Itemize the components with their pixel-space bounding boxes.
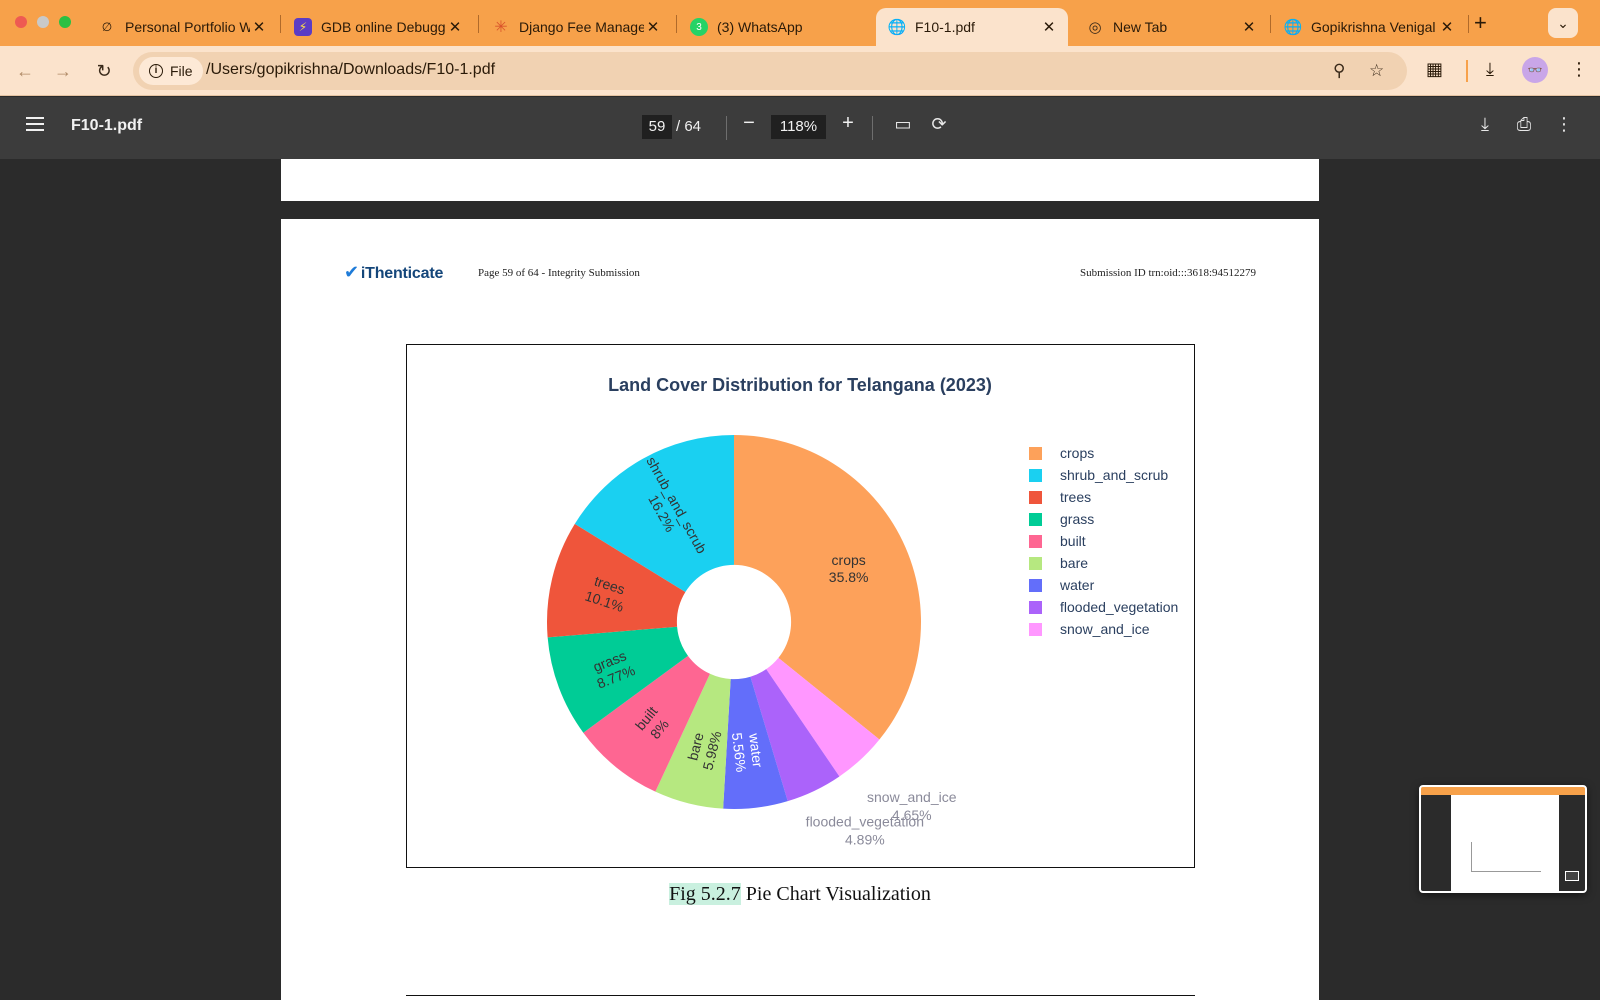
ithenticate-logo: ✔ iThenticate bbox=[344, 262, 444, 282]
page-info-text: Page 59 of 64 - Integrity Submission bbox=[478, 267, 640, 279]
globe-icon: 🌐 bbox=[1283, 19, 1303, 36]
legend-label-bare[interactable]: bare bbox=[1060, 555, 1088, 571]
figure-caption: Fig 5.2.7 Pie Chart Visualization bbox=[669, 883, 931, 905]
back-arrow-icon[interactable]: ← bbox=[12, 58, 38, 84]
slice-label-flooded_vegetation: flooded_vegetation 4.89% bbox=[806, 813, 924, 847]
legend-label-flooded_vegetation[interactable]: flooded_vegetation bbox=[1060, 599, 1178, 615]
window-close-button[interactable] bbox=[15, 16, 27, 28]
zoom-level-input[interactable]: 118% bbox=[771, 115, 826, 139]
legend-swatch-crops[interactable] bbox=[1029, 447, 1042, 460]
bookmark-star-icon[interactable]: ☆ bbox=[1369, 61, 1384, 81]
extensions-icon[interactable]: ▦ bbox=[1426, 59, 1443, 80]
pdf-download-icon[interactable]: ⤓ bbox=[1473, 114, 1497, 135]
forward-arrow-icon[interactable]: → bbox=[50, 58, 76, 84]
url-text[interactable]: /Users/gopikrishna/Downloads/F10-1.pdf bbox=[206, 61, 495, 79]
legend-label-trees[interactable]: trees bbox=[1060, 489, 1091, 505]
legend-swatch-grass[interactable] bbox=[1029, 513, 1042, 526]
legend-label-grass[interactable]: grass bbox=[1060, 511, 1094, 527]
page-total: / 64 bbox=[676, 118, 702, 135]
legend-swatch-water[interactable] bbox=[1029, 579, 1042, 592]
picture-in-picture-preview[interactable] bbox=[1419, 785, 1587, 893]
tab-gdb-online[interactable]: ⚡ GDB online Debugger ✕ bbox=[282, 8, 474, 46]
page-number-input[interactable]: 59 bbox=[642, 115, 672, 139]
print-icon[interactable]: ⎙ bbox=[1512, 114, 1536, 135]
figure-frame: Land Cover Distribution for Telangana (2… bbox=[406, 344, 1195, 868]
pie-chart: Land Cover Distribution for Telangana (2… bbox=[547, 375, 1178, 847]
browser-menu-icon[interactable]: ⋮ bbox=[1570, 59, 1588, 80]
zoom-out-button[interactable]: − bbox=[737, 112, 761, 135]
toolbar-divider bbox=[1466, 60, 1468, 82]
pdf-document-area[interactable]: ✔ iThenticate Page 59 of 64 - Integrity S… bbox=[0, 159, 1600, 1000]
legend-swatch-snow_and_ice[interactable] bbox=[1029, 623, 1042, 636]
pdf-file-title: F10-1.pdf bbox=[71, 117, 143, 134]
pdf-toolbar: F10-1.pdf 59 / 64 − 118% + ▭ ⟳ ⤓ ⎙ ⋮ bbox=[0, 97, 1600, 159]
tab-search-chevron-icon[interactable]: ⌄ bbox=[1548, 8, 1578, 38]
tab-personal-portfolio[interactable]: ∅ Personal Portfolio W ✕ bbox=[86, 8, 278, 46]
legend-label-built[interactable]: built bbox=[1060, 533, 1086, 549]
tab-whatsapp[interactable]: 3 (3) WhatsApp bbox=[678, 8, 874, 46]
portfolio-icon: ∅ bbox=[101, 20, 113, 34]
pdf-page: ✔ iThenticate Page 59 of 64 - Integrity S… bbox=[281, 219, 1319, 1000]
screen-share-icon[interactable] bbox=[1565, 871, 1579, 881]
chrome-icon: ◎ bbox=[1088, 19, 1102, 36]
tab-close-icon[interactable]: ✕ bbox=[446, 18, 464, 36]
reload-icon[interactable]: ↻ bbox=[91, 58, 117, 84]
browser-toolbar: ← → ↻ i File /Users/gopikrishna/Download… bbox=[0, 46, 1600, 96]
tab-close-icon[interactable]: ✕ bbox=[250, 18, 268, 36]
spark-icon: ✳ bbox=[494, 19, 508, 36]
globe-icon: 🌐 bbox=[887, 19, 907, 36]
legend-label-shrub_and_scrub[interactable]: shrub_and_scrub bbox=[1060, 467, 1168, 483]
previous-page bbox=[281, 159, 1319, 201]
legend-swatch-flooded_vegetation[interactable] bbox=[1029, 601, 1042, 614]
legend-label-snow_and_ice[interactable]: snow_and_ice bbox=[1060, 621, 1150, 637]
tab-close-icon[interactable]: ✕ bbox=[644, 18, 662, 36]
legend-swatch-shrub_and_scrub[interactable] bbox=[1029, 469, 1042, 482]
zoom-icon[interactable]: ⚲ bbox=[1333, 61, 1345, 81]
tab-close-icon[interactable]: ✕ bbox=[1240, 18, 1258, 36]
rotate-icon[interactable]: ⟳ bbox=[927, 114, 951, 135]
next-figure-frame bbox=[406, 995, 1195, 999]
profile-avatar[interactable]: 👓 bbox=[1522, 57, 1548, 83]
tab-strip: ∅ Personal Portfolio W ✕ ⚡ GDB online De… bbox=[0, 0, 1600, 46]
legend-label-crops[interactable]: crops bbox=[1060, 445, 1094, 461]
legend-swatch-trees[interactable] bbox=[1029, 491, 1042, 504]
zoom-in-button[interactable]: + bbox=[836, 112, 860, 135]
download-icon[interactable]: ⤓ bbox=[1486, 59, 1494, 80]
gdb-icon: ⚡ bbox=[294, 18, 312, 36]
sidebar-menu-icon[interactable] bbox=[26, 117, 44, 135]
pdf-more-icon[interactable]: ⋮ bbox=[1552, 114, 1576, 135]
checkmark-icon: ✔ bbox=[344, 262, 359, 282]
tab-gopikrishna[interactable]: 🌐 Gopikrishna Venigal ✕ bbox=[1272, 8, 1466, 46]
chart-title: Land Cover Distribution for Telangana (2… bbox=[608, 375, 992, 395]
site-info-chip[interactable]: i File bbox=[139, 57, 203, 85]
tab-django-fee[interactable]: ✳ Django Fee Managem ✕ bbox=[480, 8, 672, 46]
window-minimize-button[interactable] bbox=[37, 16, 49, 28]
slice-label-water: water5.56% bbox=[729, 730, 766, 773]
whatsapp-icon: 3 bbox=[690, 18, 708, 36]
info-icon: i bbox=[149, 64, 163, 78]
legend-swatch-built[interactable] bbox=[1029, 535, 1042, 548]
tab-f10-pdf[interactable]: 🌐 F10-1.pdf ✕ bbox=[876, 8, 1068, 46]
legend-label-water[interactable]: water bbox=[1059, 577, 1095, 593]
window-maximize-button[interactable] bbox=[59, 16, 71, 28]
new-tab-button[interactable]: + bbox=[1474, 10, 1487, 36]
submission-id: Submission ID trn:oid:::3618:94512279 bbox=[1079, 267, 1256, 279]
tab-close-icon[interactable]: ✕ bbox=[1040, 18, 1058, 36]
fit-page-icon[interactable]: ▭ bbox=[891, 114, 915, 135]
legend-swatch-bare[interactable] bbox=[1029, 557, 1042, 570]
address-bar[interactable]: i File /Users/gopikrishna/Downloads/F10-… bbox=[133, 52, 1407, 90]
slice-label-crops: crops 35.8% bbox=[829, 552, 869, 585]
tab-close-icon[interactable]: ✕ bbox=[1438, 18, 1456, 36]
tab-new-tab[interactable]: ◎ New Tab ✕ bbox=[1074, 8, 1268, 46]
